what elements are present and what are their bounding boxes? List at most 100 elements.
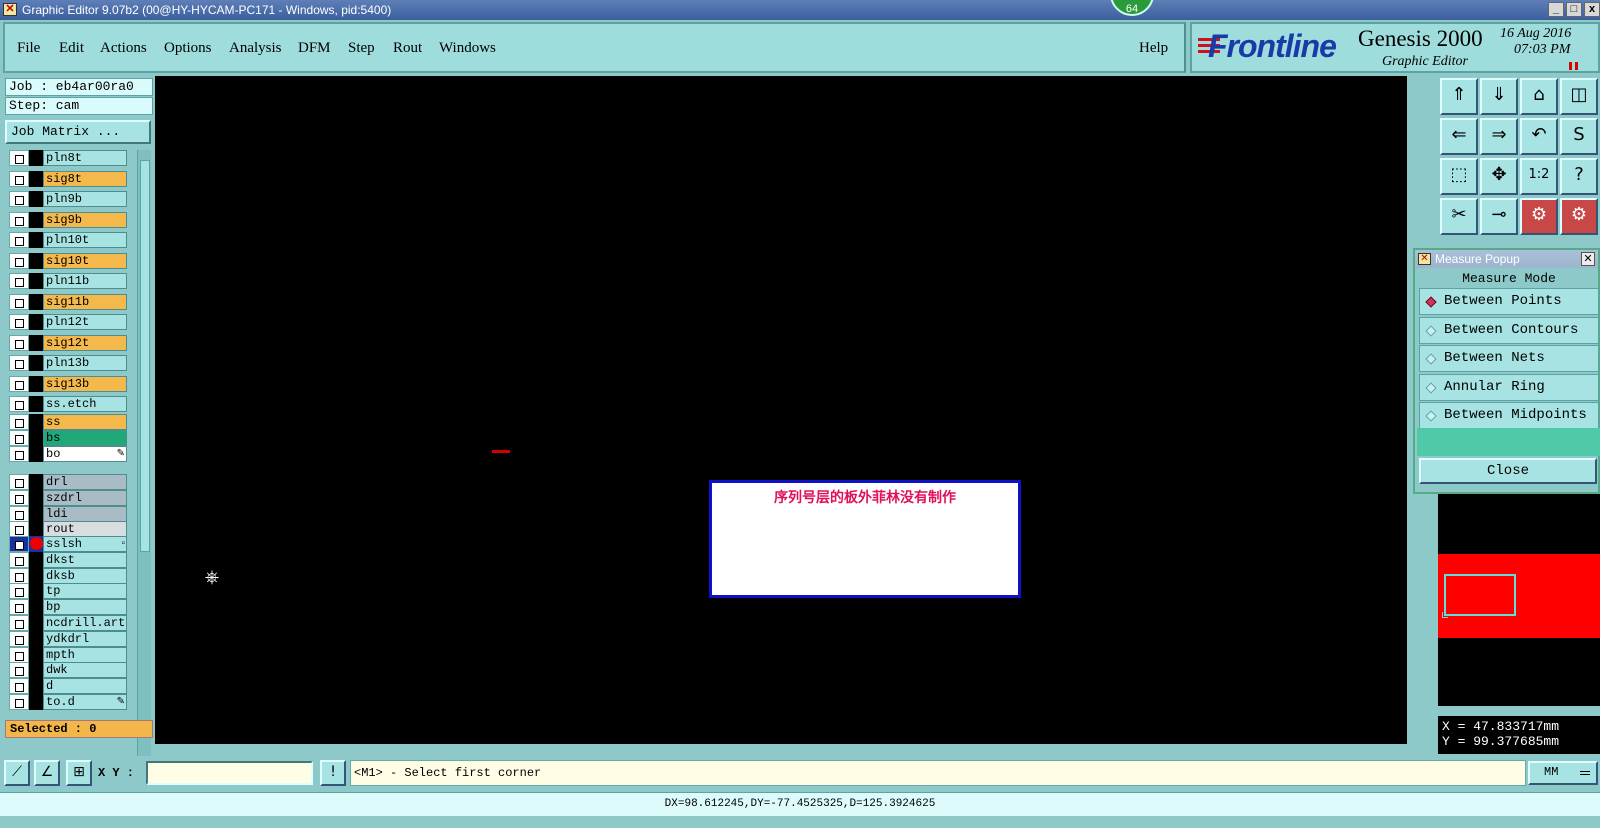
layer-name[interactable]: tp (43, 583, 127, 600)
layer-row[interactable]: sig12t (9, 334, 127, 351)
window-titlebar[interactable]: ✕ Graphic Editor 9.07b2 (00@HY-HYCAM-PC1… (0, 0, 1600, 20)
layer-name[interactable]: sig8t (43, 170, 127, 187)
layer-row[interactable]: sig10t (9, 252, 127, 269)
popup-close-icon[interactable]: ✕ (1581, 252, 1595, 266)
menu-actions[interactable]: Actions (100, 40, 147, 57)
radio-diamond-icon[interactable] (1425, 353, 1437, 365)
layer-row[interactable]: bo ✎ (9, 445, 127, 462)
measure-option[interactable]: Between Contours (1419, 316, 1599, 344)
layer-checkbox[interactable] (9, 646, 29, 663)
layer-name[interactable]: drl (43, 474, 127, 490)
layer-row[interactable]: ydkdrl (9, 630, 127, 647)
layer-row[interactable]: mpth (9, 646, 127, 663)
xy-input[interactable] (146, 761, 313, 785)
layer-checkbox[interactable] (9, 150, 29, 166)
popup-close-button[interactable]: Close (1419, 458, 1597, 484)
radio-diamond-icon[interactable] (1425, 324, 1437, 337)
job-matrix-button[interactable]: Job Matrix ... (5, 120, 151, 144)
exclamation-icon[interactable]: ! (320, 760, 346, 786)
layer-checkbox[interactable] (9, 536, 29, 552)
measure-option[interactable]: Between Points (1419, 288, 1599, 315)
menu-windows[interactable]: Windows (439, 40, 496, 57)
layer-name[interactable]: sslsh (43, 536, 127, 552)
menu-file[interactable]: File (17, 40, 40, 57)
layer-name[interactable]: d (43, 678, 127, 695)
layer-name[interactable]: pln12t (43, 314, 127, 330)
layer-name[interactable]: rout (43, 521, 127, 538)
pan-right-icon[interactable]: ⇒ (1480, 118, 1518, 155)
layer-checkbox[interactable] (9, 551, 29, 568)
grid-icon[interactable]: ⊞ (66, 760, 92, 786)
notification-badge[interactable]: 64 (1110, 0, 1154, 16)
radio-diamond-icon[interactable] (1425, 296, 1437, 308)
menu-rout[interactable]: Rout (393, 40, 422, 57)
layer-checkbox[interactable] (9, 170, 29, 187)
layer-row[interactable]: ncdrill.art (9, 615, 127, 631)
layer-name[interactable]: pln13b (43, 355, 127, 371)
layer-row[interactable]: sig13b (9, 375, 127, 392)
menu-step[interactable]: Step (348, 40, 375, 57)
layer-name[interactable]: mpth (43, 646, 127, 663)
layer-checkbox[interactable] (9, 662, 29, 679)
layer-name[interactable]: pln8t (43, 150, 127, 166)
layer-name[interactable]: bo (43, 445, 127, 462)
measure-option[interactable]: Between Midpoints (1419, 402, 1599, 429)
layer-checkbox[interactable] (9, 599, 29, 616)
measure-option[interactable]: Annular Ring (1419, 373, 1599, 401)
layer-name[interactable]: sig9b (43, 211, 127, 228)
layer-checkbox[interactable] (9, 678, 29, 695)
menu-options[interactable]: Options (164, 40, 212, 57)
layer-checkbox[interactable] (9, 334, 29, 351)
pan-left-icon[interactable]: ⇐ (1440, 118, 1478, 155)
layer-checkbox[interactable] (9, 396, 29, 412)
layer-name[interactable]: ss.etch (43, 396, 127, 412)
layer-name[interactable]: to.d (43, 694, 127, 710)
layer-name[interactable]: sig10t (43, 252, 127, 269)
layer-checkbox[interactable] (9, 489, 29, 506)
layer-checkbox[interactable] (9, 314, 29, 330)
radio-diamond-icon[interactable] (1425, 410, 1437, 422)
layer-name[interactable]: dkst (43, 551, 127, 568)
layer-checkbox[interactable] (9, 211, 29, 228)
layer-name[interactable]: sig12t (43, 334, 127, 351)
layer-name[interactable]: dwk (43, 662, 127, 679)
layer-checkbox[interactable] (9, 429, 29, 446)
layer-name[interactable]: pln9b (43, 191, 127, 207)
snap-icon[interactable]: ⟋ (4, 760, 30, 786)
pan-s-icon[interactable]: S (1560, 118, 1598, 155)
layer-row[interactable]: sig8t (9, 170, 127, 187)
one-to-two-icon[interactable]: 1:2 (1520, 158, 1558, 195)
layer-checkbox[interactable] (9, 273, 29, 289)
units-select[interactable]: MM (1528, 761, 1598, 785)
layer-checkbox[interactable] (9, 505, 29, 522)
probe-icon[interactable]: ⊸ (1480, 198, 1518, 235)
layer-name[interactable]: pln10t (43, 232, 127, 248)
layer-name[interactable]: szdrl (43, 489, 127, 506)
layer-row[interactable]: ss.etch (9, 396, 127, 412)
scrollbar-thumb[interactable] (140, 160, 150, 552)
layer-name[interactable]: ss (43, 414, 127, 430)
layer-checkbox[interactable] (9, 232, 29, 248)
fit-profile-icon[interactable]: ✥ (1480, 158, 1518, 195)
close-window-button[interactable]: x (1584, 2, 1600, 17)
zoom-in-bottom-icon[interactable]: ⇓ (1480, 78, 1518, 115)
layer-checkbox[interactable] (9, 521, 29, 538)
layer-row[interactable]: ldi (9, 505, 127, 522)
layer-row[interactable]: to.d ✎ (9, 694, 127, 710)
overview-map[interactable] (1438, 494, 1600, 706)
minimize-button[interactable]: _ (1548, 2, 1564, 17)
layer-row[interactable]: ss (9, 414, 127, 430)
layer-name[interactable]: ydkdrl (43, 630, 127, 647)
view-rectangle[interactable] (1444, 574, 1516, 616)
layer-row[interactable]: d (9, 678, 127, 695)
menu-dfm[interactable]: DFM (298, 40, 331, 57)
layer-row[interactable]: bp (9, 599, 127, 616)
tools-icon[interactable]: ✂ (1440, 198, 1478, 235)
layer-row[interactable]: tp (9, 583, 127, 600)
maximize-button[interactable]: □ (1566, 2, 1582, 17)
measure-option[interactable]: Between Nets (1419, 345, 1599, 372)
help-icon[interactable]: ? (1560, 158, 1598, 195)
fit-all-icon[interactable]: ⬚ (1440, 158, 1478, 195)
layer-row[interactable]: dwk (9, 662, 127, 679)
layer-name[interactable]: pln11b (43, 273, 127, 289)
